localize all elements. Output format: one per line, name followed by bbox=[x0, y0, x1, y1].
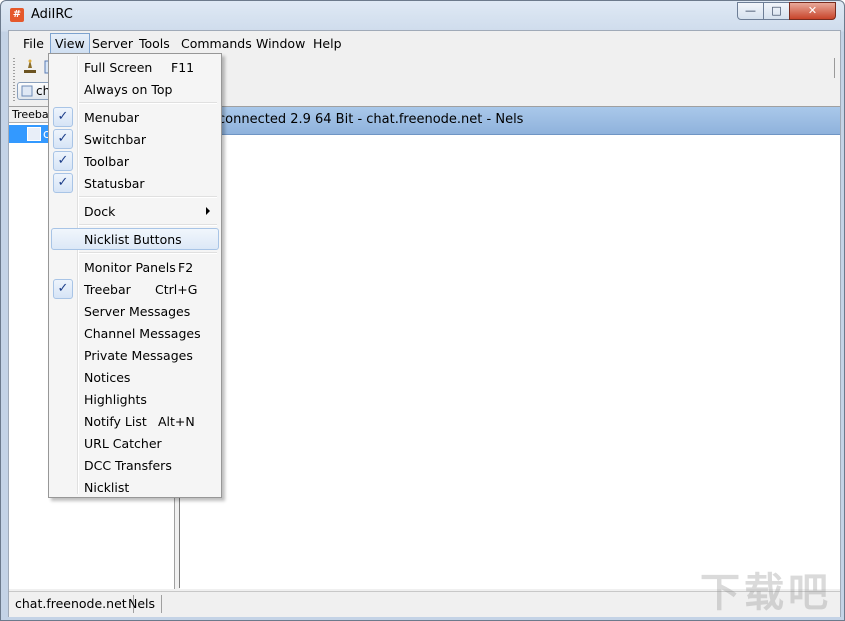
menu-item-label: Nicklist bbox=[84, 480, 130, 495]
menu-item-label: Menubar bbox=[84, 110, 140, 125]
menu-item-highlights[interactable]: Highlights bbox=[51, 388, 219, 410]
menu-separator bbox=[79, 102, 217, 104]
menu-item-label: Treebar bbox=[84, 282, 131, 297]
checkmark-icon: ✓ bbox=[53, 129, 73, 149]
menu-file[interactable]: File bbox=[19, 34, 48, 53]
checkmark-icon: ✓ bbox=[53, 107, 73, 127]
menu-item-dcc-transfers[interactable]: DCC Transfers bbox=[51, 454, 219, 476]
checkmark-icon: ✓ bbox=[53, 151, 73, 171]
menu-item-dock[interactable]: Dock bbox=[51, 200, 219, 222]
menu-item-label: Dock bbox=[84, 204, 116, 219]
view-menu-dropdown: Full Screen F11 Always on Top ✓ Menubar … bbox=[48, 53, 222, 498]
menu-item-label: Statusbar bbox=[84, 176, 145, 191]
menu-item-label: Notices bbox=[84, 370, 131, 385]
menu-item-label: Nicklist Buttons bbox=[84, 232, 182, 247]
menu-item-label: Toolbar bbox=[84, 154, 130, 169]
menu-window[interactable]: Window bbox=[252, 34, 309, 53]
menu-item-nicklist[interactable]: Nicklist bbox=[51, 476, 219, 498]
watermark-logo: 下载吧 bbox=[700, 570, 832, 616]
server-icon bbox=[27, 127, 41, 141]
menu-item-full-screen[interactable]: Full Screen F11 bbox=[51, 56, 219, 78]
menu-server[interactable]: Server bbox=[88, 34, 137, 53]
menu-item-label: Switchbar bbox=[84, 132, 147, 147]
menu-item-label: Notify List bbox=[84, 414, 147, 429]
menu-item-menubar[interactable]: ✓ Menubar bbox=[51, 106, 219, 128]
submenu-arrow-icon bbox=[206, 207, 210, 215]
checkmark-icon: ✓ bbox=[53, 279, 73, 299]
toolbar-separator bbox=[834, 58, 835, 78]
menu-help[interactable]: Help bbox=[309, 34, 346, 53]
menu-item-label: Always on Top bbox=[84, 82, 173, 97]
menu-item-notify-list[interactable]: Notify List Alt+N bbox=[51, 410, 219, 432]
close-button[interactable]: ✕ bbox=[789, 2, 836, 20]
menu-item-shortcut: Alt+N bbox=[158, 414, 195, 429]
menu-item-statusbar[interactable]: ✓ Statusbar bbox=[51, 172, 219, 194]
title-bar[interactable]: # AdiIRC — □ ✕ bbox=[1, 1, 844, 29]
chat-window[interactable]: connected 2.9 64 Bit - chat.freenode.net… bbox=[180, 106, 840, 589]
menu-item-switchbar[interactable]: ✓ Switchbar bbox=[51, 128, 219, 150]
server-icon bbox=[21, 85, 33, 97]
menu-separator bbox=[79, 224, 217, 226]
menu-item-shortcut: Ctrl+G bbox=[155, 282, 198, 297]
menu-item-toolbar[interactable]: ✓ Toolbar bbox=[51, 150, 219, 172]
menu-item-url-catcher[interactable]: URL Catcher bbox=[51, 432, 219, 454]
menu-item-private-messages[interactable]: Private Messages bbox=[51, 344, 219, 366]
menu-item-monitor-panels[interactable]: Monitor Panels F2 bbox=[51, 256, 219, 278]
menu-item-shortcut: F2 bbox=[178, 260, 194, 275]
switchbar-server-button[interactable]: ch bbox=[17, 82, 51, 100]
chat-topic-bar: connected 2.9 64 Bit - chat.freenode.net… bbox=[180, 107, 840, 135]
menubar: File View Server Tools Commands Window H… bbox=[9, 31, 840, 55]
menu-item-label: Monitor Panels bbox=[84, 260, 176, 275]
menu-item-label: DCC Transfers bbox=[84, 458, 172, 473]
chat-topic-text: connected 2.9 64 Bit - chat.freenode.net… bbox=[218, 112, 524, 127]
menu-separator bbox=[79, 252, 217, 254]
menu-commands[interactable]: Commands bbox=[177, 34, 256, 53]
maximize-button[interactable]: □ bbox=[763, 2, 790, 20]
checkmark-icon: ✓ bbox=[53, 173, 73, 193]
minimize-button[interactable]: — bbox=[737, 2, 764, 20]
menu-item-label: URL Catcher bbox=[84, 436, 162, 451]
menu-item-server-messages[interactable]: Server Messages bbox=[51, 300, 219, 322]
menu-tools[interactable]: Tools bbox=[135, 34, 174, 53]
menu-item-label: Highlights bbox=[84, 392, 147, 407]
menu-separator bbox=[79, 196, 217, 198]
menu-item-notices[interactable]: Notices bbox=[51, 366, 219, 388]
menu-view[interactable]: View bbox=[50, 33, 90, 54]
window-title: AdiIRC bbox=[31, 7, 73, 22]
connect-icon[interactable] bbox=[21, 58, 39, 76]
menu-item-channel-messages[interactable]: Channel Messages bbox=[51, 322, 219, 344]
menu-item-treebar[interactable]: ✓ Treebar Ctrl+G bbox=[51, 278, 219, 300]
menu-item-always-on-top[interactable]: Always on Top bbox=[51, 78, 219, 100]
menu-item-label: Server Messages bbox=[84, 304, 191, 319]
status-server: chat.freenode.net bbox=[9, 595, 134, 613]
menu-item-label: Channel Messages bbox=[84, 326, 201, 341]
menu-item-nicklist-buttons[interactable]: Nicklist Buttons bbox=[51, 228, 219, 250]
app-icon: # bbox=[10, 8, 24, 22]
menu-item-label: Private Messages bbox=[84, 348, 193, 363]
menu-item-shortcut: F11 bbox=[171, 60, 195, 75]
menu-item-label: Full Screen bbox=[84, 60, 153, 75]
status-nick: Nels bbox=[122, 595, 163, 613]
